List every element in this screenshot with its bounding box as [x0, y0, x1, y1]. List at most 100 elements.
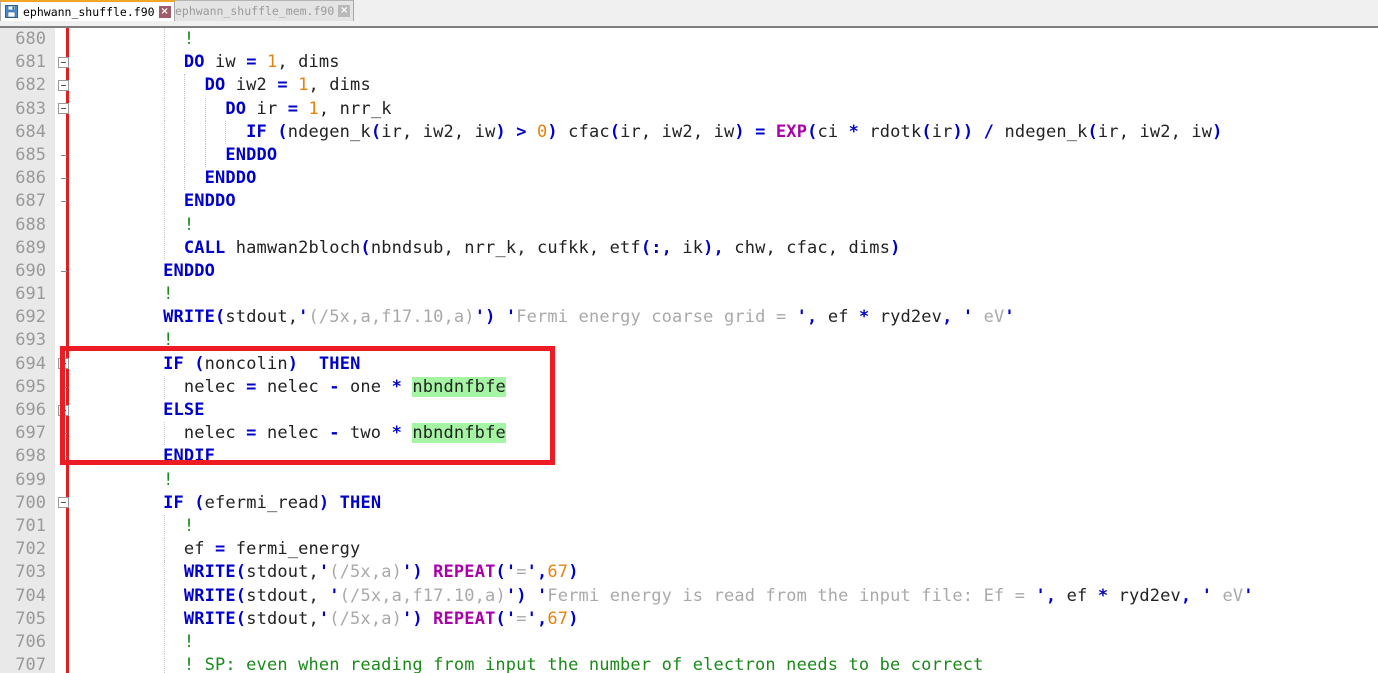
code-line[interactable]: 706 !: [0, 630, 1378, 655]
token-id: [527, 122, 537, 142]
token-id: nelec: [183, 376, 247, 397]
fold-column: [55, 329, 66, 353]
token-id: [402, 423, 412, 443]
close-icon[interactable]: ×: [338, 5, 351, 17]
code-line[interactable]: 698 ENDIF: [0, 445, 1378, 469]
token-id: [80, 145, 225, 165]
token-id: [527, 586, 537, 606]
code-line[interactable]: 681 DO iw = 1, dims: [0, 51, 1378, 75]
fold-collapse-icon[interactable]: [58, 103, 69, 115]
code-line[interactable]: 686 ENDDO: [0, 167, 1378, 191]
code-line[interactable]: 692 WRITE(stdout,'(/5x,a,f17.10,a)') 'Fe…: [0, 306, 1378, 330]
code-line[interactable]: 694 IF (noncolin) THEN: [0, 352, 1378, 376]
code-line[interactable]: 703 WRITE(stdout,'(/5x,a)') REPEAT('=',6…: [0, 561, 1378, 585]
fold-collapse-icon[interactable]: [58, 497, 69, 509]
code-line[interactable]: 696 ELSE: [0, 399, 1378, 423]
code-text: nelec = nelec - one * nbndnfbfe: [80, 376, 506, 399]
token-pun: =: [246, 423, 257, 444]
token-pun: (:,: [640, 237, 672, 258]
token-pun: -: [329, 423, 340, 444]
code-line[interactable]: 695 nelec = nelec - one * nbndnfbfe: [0, 375, 1378, 399]
token-id: [80, 516, 184, 536]
code-line[interactable]: 699 !: [0, 468, 1378, 492]
highlighted-identifier: nbndnfbfe: [412, 423, 506, 444]
code-line[interactable]: 688 !: [0, 213, 1378, 237]
line-number: 686: [15, 168, 46, 189]
code-text: ELSE: [80, 399, 205, 422]
code-line[interactable]: 684 IF (ndegen_k(ir, iw2, iw) > 0) cfac(…: [0, 120, 1378, 144]
token-str: (/5x,a,f17.10,a): [339, 585, 506, 606]
fold-collapse-icon[interactable]: [58, 79, 69, 91]
code-line[interactable]: 704 WRITE(stdout, '(/5x,a,f17.10,a)') 'F…: [0, 584, 1378, 608]
fold-end-marker-icon: [61, 386, 67, 388]
token-pun: ': [318, 608, 330, 629]
tab-ephwann-shuffle[interactable]: ephwann_shuffle.f90 ×: [0, 0, 175, 21]
token-pun: (: [370, 121, 382, 142]
code-line[interactable]: 701 !: [0, 514, 1378, 539]
token-id: [80, 191, 184, 211]
code-text: DO iw2 = 1, dims: [80, 74, 371, 97]
code-line[interactable]: 689 CALL hamwan2bloch(nbndsub, nrr_k, cu…: [0, 236, 1378, 260]
code-text: CALL hamwan2bloch(nbndsub, nrr_k, cufkk,…: [80, 237, 900, 260]
code-line[interactable]: 705 WRITE(stdout,'(/5x,a)') REPEAT('=',6…: [0, 607, 1378, 631]
token-pun: *: [1097, 585, 1109, 606]
change-marker-bar: [66, 584, 69, 608]
fold-column: [55, 584, 66, 608]
fold-end-marker-icon: [61, 201, 67, 203]
token-id: stdout,: [225, 307, 299, 328]
code-line[interactable]: 702 ef = fermi_energy: [0, 538, 1378, 562]
token-str: (/5x,a): [329, 562, 402, 583]
token-pun: ': [526, 562, 538, 583]
token-id: [298, 354, 319, 374]
code-text: WRITE(stdout, '(/5x,a,f17.10,a)') 'Fermi…: [80, 585, 1254, 608]
token-kw: WRITE: [183, 585, 236, 606]
indent-guide: [204, 97, 207, 121]
fold-column: [55, 538, 66, 562]
token-id: nbndsub, nrr_k, cufkk, etf: [370, 237, 641, 258]
code-line[interactable]: 697 nelec = nelec - two * nbndnfbfe: [0, 422, 1378, 446]
token-pun: (: [235, 585, 247, 606]
code-line[interactable]: 683 DO ir = 1, nrr_k: [0, 97, 1378, 121]
code-line[interactable]: 690 ENDDO: [0, 259, 1378, 284]
indent-guide: [163, 422, 166, 446]
token-str: =: [516, 562, 527, 583]
line-number: 698: [15, 446, 46, 467]
code-line[interactable]: 700 IF (efermi_read) THEN: [0, 491, 1378, 515]
fold-collapse-icon[interactable]: [58, 56, 69, 68]
token-str: (/5x,a): [329, 608, 402, 629]
fold-collapse-icon[interactable]: [58, 358, 69, 370]
code-line[interactable]: 691 !: [0, 283, 1378, 307]
token-id: , nrr_k: [318, 98, 392, 119]
token-pun: ': [505, 585, 517, 606]
close-icon[interactable]: ×: [158, 5, 171, 18]
code-line[interactable]: 693 !: [0, 329, 1378, 353]
tab-ephwann-shuffle-mem[interactable]: ephwann_shuffle_mem.f90 ×: [152, 0, 355, 21]
code-line[interactable]: 682 DO iw2 = 1, dims: [0, 74, 1378, 98]
indent-guide: [163, 120, 166, 144]
fold-column: [55, 468, 66, 492]
code-line[interactable]: 680 !: [0, 28, 1378, 52]
token-intr: EXP: [775, 121, 808, 142]
code-line[interactable]: 707 ! SP: even when reading from input t…: [0, 654, 1378, 673]
code-line[interactable]: 687 ENDDO: [0, 190, 1378, 214]
token-id: ndegen_k: [994, 121, 1088, 142]
fold-column: [55, 630, 66, 655]
code-editor-area[interactable]: 680 ! 681 DO iw = 1, dims 682 DO iw2 = 1, …: [0, 28, 1378, 673]
code-line[interactable]: 685 ENDDO: [0, 143, 1378, 168]
token-pun: =: [246, 52, 257, 73]
fold-column: [55, 306, 66, 330]
fold-column: [55, 514, 66, 539]
token-id: , dims: [308, 75, 371, 96]
token-pun: ): [568, 608, 579, 629]
token-id: , dims: [277, 52, 340, 73]
token-id: [80, 470, 163, 490]
token-pun: ': [401, 562, 413, 583]
indent-guide: [184, 74, 186, 98]
token-pun: ),: [703, 237, 724, 258]
change-marker-bar: [66, 630, 69, 655]
token-pun: ): [412, 562, 423, 583]
code-text: ENDDO: [80, 260, 215, 283]
fold-column: [55, 120, 66, 144]
indent-guide: [184, 97, 186, 121]
fold-collapse-icon[interactable]: [58, 404, 69, 416]
